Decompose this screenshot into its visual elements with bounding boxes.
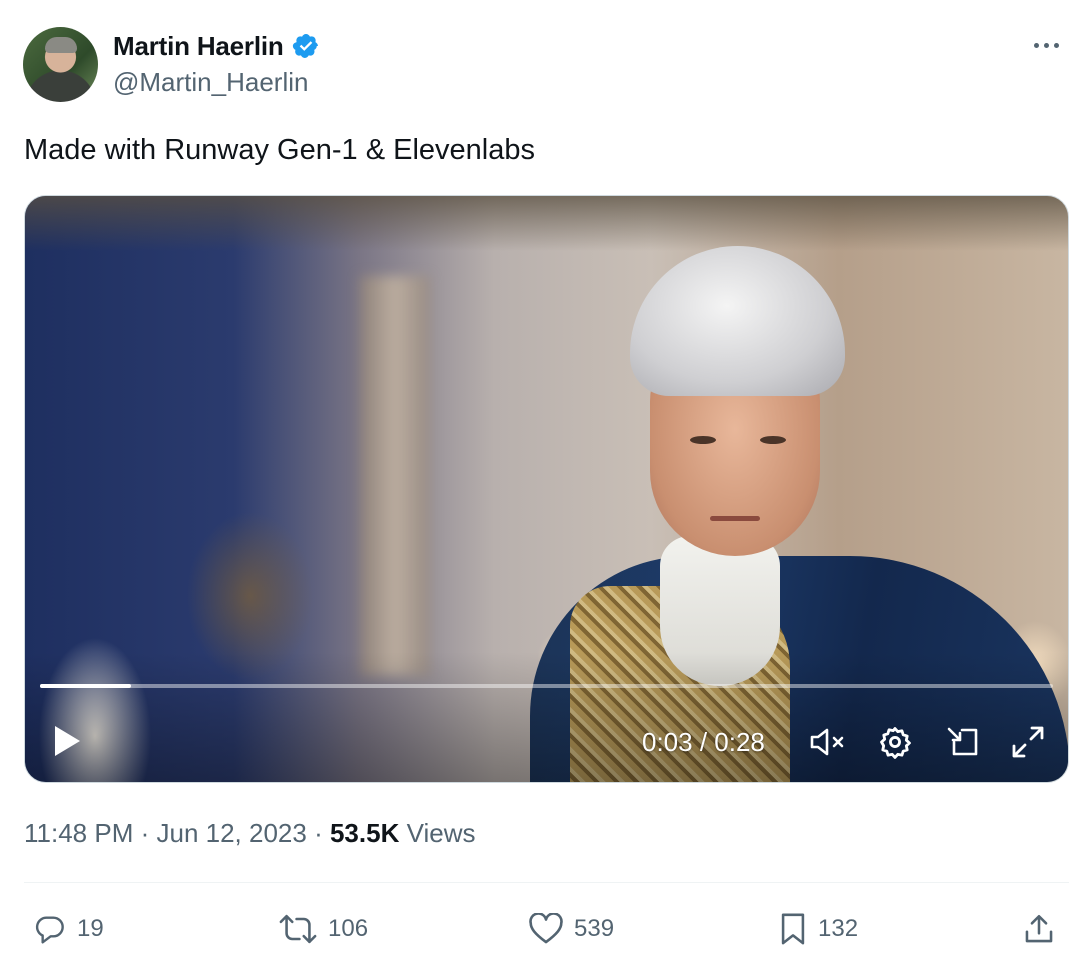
pip-button[interactable]: [943, 723, 983, 761]
tweet: Martin Haerlin @Martin_Haerlin Made with…: [0, 0, 1080, 960]
author-display-name[interactable]: Martin Haerlin: [113, 31, 284, 62]
tweet-date[interactable]: Jun 12, 2023: [156, 818, 306, 848]
play-icon: [55, 726, 80, 756]
like-button[interactable]: 539: [528, 905, 614, 953]
fullscreen-button[interactable]: [1007, 721, 1049, 763]
figure-eye: [760, 436, 786, 444]
more-icon-dot: [1053, 42, 1059, 48]
author-name-row: Martin Haerlin: [113, 30, 320, 62]
more-button[interactable]: [1026, 33, 1066, 57]
retweet-icon: [279, 914, 317, 944]
like-icon: [529, 913, 563, 944]
figure-mouth: [710, 516, 760, 521]
meta-separator: ·: [314, 818, 330, 848]
mute-icon: [810, 728, 844, 756]
video-player[interactable]: 0:03 / 0:28: [24, 195, 1069, 783]
settings-button[interactable]: [875, 723, 915, 761]
retweet-button[interactable]: 106: [278, 905, 368, 953]
like-count: 539: [574, 915, 615, 942]
video-progress-fill: [40, 684, 132, 688]
more-icon-dot: [1043, 42, 1049, 48]
more-icon: [1033, 42, 1039, 48]
bookmark-icon: [781, 913, 805, 945]
meta-separator: ·: [140, 818, 157, 848]
figure-wig: [630, 246, 845, 396]
tweet-meta: 11:48 PM · Jun 12, 2023 · 53.5K Views: [24, 815, 475, 851]
bookmark-button[interactable]: 132: [778, 905, 858, 953]
reply-icon: [35, 916, 64, 944]
verified-icon: [292, 34, 318, 58]
settings-icon: [880, 727, 911, 759]
avatar-hair: [45, 37, 77, 53]
share-button[interactable]: [1022, 905, 1056, 953]
author-handle[interactable]: @Martin_Haerlin: [113, 67, 308, 98]
video-controls-gradient: [25, 652, 1068, 782]
reply-button[interactable]: 19: [33, 905, 104, 953]
figure-eye: [690, 436, 716, 444]
play-button[interactable]: [47, 721, 87, 761]
video-time-display: 0:03 / 0:28: [642, 727, 765, 757]
avatar[interactable]: [23, 27, 98, 102]
divider: [24, 882, 1069, 883]
action-bar: 19 106 539 132: [0, 905, 1080, 953]
video-progress-bar[interactable]: [40, 684, 1053, 688]
bookmark-count: 132: [818, 915, 859, 942]
share-icon: [1025, 914, 1053, 943]
mute-button[interactable]: [808, 723, 848, 761]
video-frame-pillar: [360, 276, 430, 676]
pip-icon: [947, 727, 978, 756]
retweet-count: 106: [328, 915, 369, 942]
fullscreen-icon: [1012, 726, 1044, 758]
views-count: 53.5K: [329, 818, 400, 848]
tweet-text: Made with Runway Gen-1 & Elevenlabs: [24, 134, 535, 166]
reply-count: 19: [77, 915, 104, 942]
tweet-time[interactable]: 11:48 PM: [24, 818, 133, 848]
views-label: Views: [406, 818, 476, 848]
